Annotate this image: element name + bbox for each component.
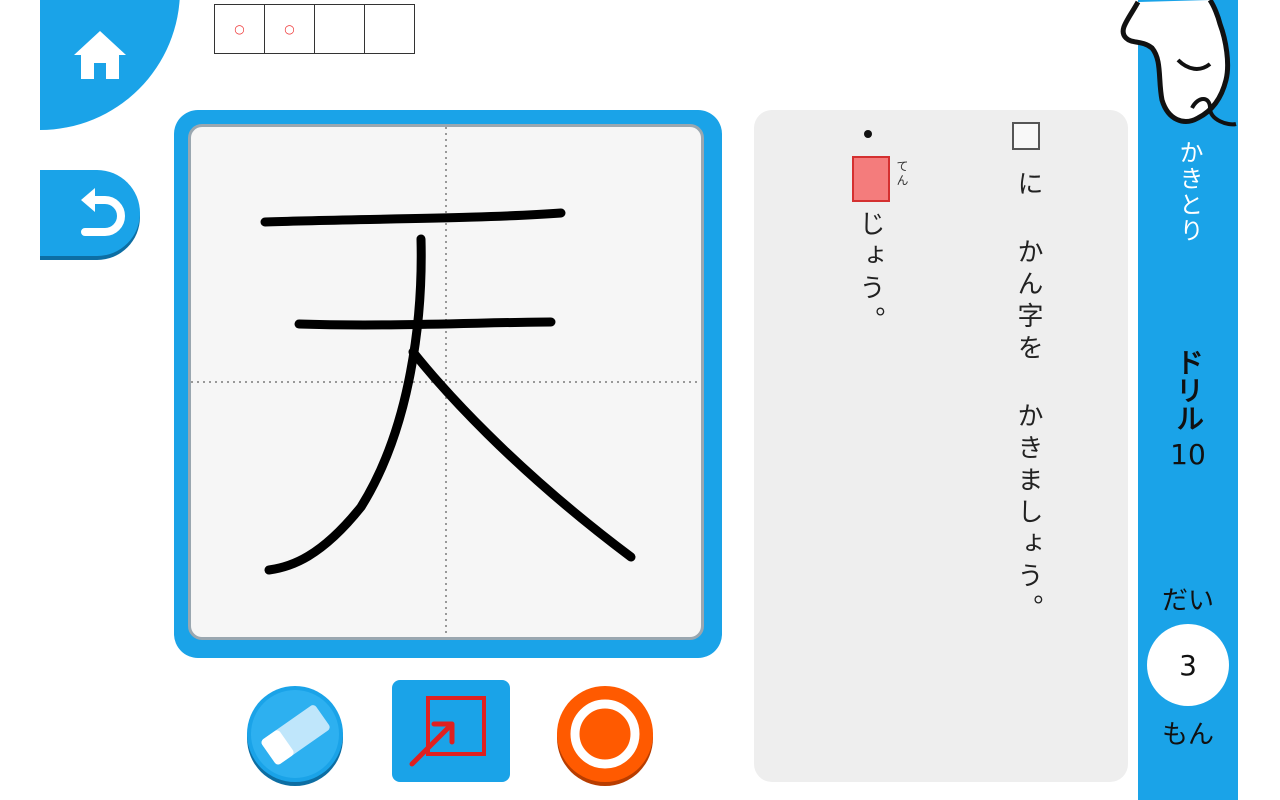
drill-title: ドリル 10: [1138, 348, 1238, 470]
furigana: てん: [895, 160, 909, 188]
progress-boxes: ○ ○: [214, 4, 415, 54]
progress-cell: [314, 4, 365, 54]
question-sentence: じょう。: [855, 210, 885, 338]
home-button[interactable]: [40, 0, 180, 130]
handwritten-strokes: [260, 208, 636, 575]
drill-number: 10: [1170, 438, 1206, 471]
eraser-button[interactable]: [242, 682, 348, 788]
fit-button[interactable]: [392, 680, 510, 782]
drill-label: ドリル: [1172, 348, 1205, 432]
fit-icon: [409, 696, 486, 767]
instruction-text: に かん字を かきましょう。: [1013, 170, 1043, 626]
ok-circle-icon: [557, 686, 653, 786]
writing-canvas[interactable]: [188, 124, 704, 640]
bullet: [864, 130, 872, 138]
writing-canvas-frame: [174, 110, 722, 658]
question-number: 3: [1147, 624, 1229, 706]
undo-icon: [81, 188, 125, 236]
progress-cell: ○: [214, 4, 265, 54]
ok-button[interactable]: [552, 682, 658, 788]
progress-cell: ○: [264, 4, 315, 54]
eraser-icon: [247, 686, 343, 786]
question-prefix: だい: [1161, 586, 1214, 616]
instruction-box: [1012, 122, 1040, 150]
question-suffix: もん: [1161, 720, 1214, 750]
undo-button[interactable]: [40, 170, 140, 256]
progress-cell: [364, 4, 415, 54]
answer-box[interactable]: [852, 156, 890, 202]
question-panel: に かん字を かきましょう。 てん じょう。: [754, 110, 1128, 782]
mode-label: かきとり: [1175, 140, 1203, 244]
home-icon: [74, 31, 126, 79]
pointer-hand-icon: [1120, 0, 1237, 127]
